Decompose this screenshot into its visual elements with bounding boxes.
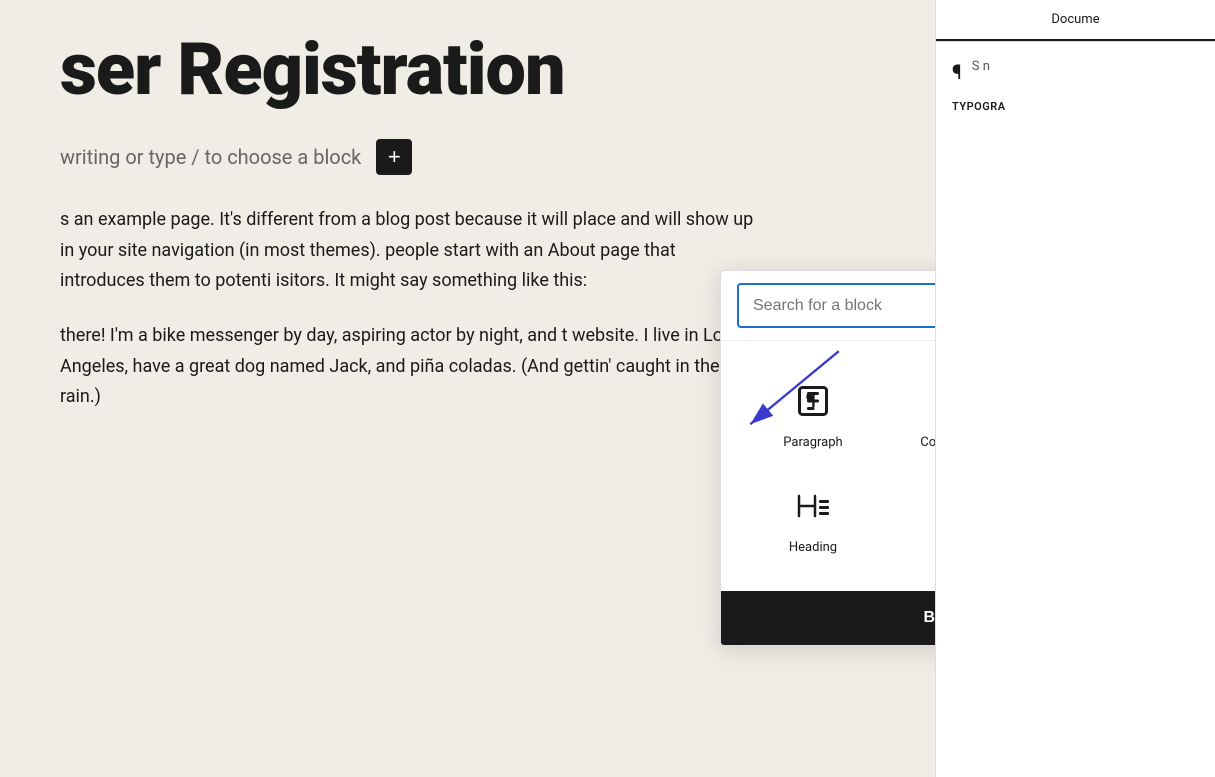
tab-document[interactable]: Docume bbox=[936, 0, 1215, 41]
page-title: ser Registration bbox=[60, 30, 875, 109]
search-box[interactable]: 🔍 bbox=[737, 283, 935, 328]
main-content: ser Registration writing or type / to ch… bbox=[0, 0, 935, 777]
svg-text:¶: ¶ bbox=[806, 389, 816, 413]
sidebar-paragraph-item: ¶ S n bbox=[952, 58, 1199, 84]
block-item-paragraph[interactable]: ¶ Paragraph bbox=[737, 361, 889, 466]
browse-all-button[interactable]: Browse all bbox=[721, 591, 935, 645]
block-item-gallery[interactable]: Gallery bbox=[889, 466, 935, 571]
blocks-grid: ¶ Paragraph bbox=[721, 341, 935, 591]
sidebar-tabs: Docume bbox=[936, 0, 1215, 42]
heading-icon bbox=[789, 482, 837, 530]
search-input[interactable] bbox=[753, 297, 935, 315]
search-area: 🔍 bbox=[721, 271, 935, 341]
block-label-heading: Heading bbox=[789, 540, 837, 555]
add-block-hint: writing or type / to choose a block bbox=[60, 145, 361, 169]
sidebar-item-text: S n bbox=[972, 58, 990, 76]
add-block-button[interactable]: + bbox=[376, 139, 412, 175]
block-label-paragraph: Paragraph bbox=[783, 435, 842, 450]
typography-section-title: Typogra bbox=[952, 100, 1199, 113]
block-label-cf7: Contact Form 7 bbox=[920, 435, 935, 450]
sidebar: Docume ¶ S n Typogra bbox=[935, 0, 1215, 777]
paragraph-icon: ¶ bbox=[789, 377, 837, 425]
block-inserter-popup: 🔍 ¶ Paragraph bbox=[720, 270, 935, 646]
block-item-cf7[interactable]: Contact Form 7 bbox=[889, 361, 935, 466]
body-paragraph-2: there! I'm a bike messenger by day, aspi… bbox=[60, 321, 760, 413]
body-paragraph-1: s an example page. It's different from a… bbox=[60, 205, 760, 297]
block-item-heading[interactable]: Heading bbox=[737, 466, 889, 571]
body-text: s an example page. It's different from a… bbox=[60, 205, 760, 413]
paragraph-sidebar-icon: ¶ bbox=[952, 60, 962, 84]
sidebar-content: ¶ S n Typogra bbox=[936, 42, 1215, 141]
add-block-area: writing or type / to choose a block + bbox=[60, 139, 875, 175]
